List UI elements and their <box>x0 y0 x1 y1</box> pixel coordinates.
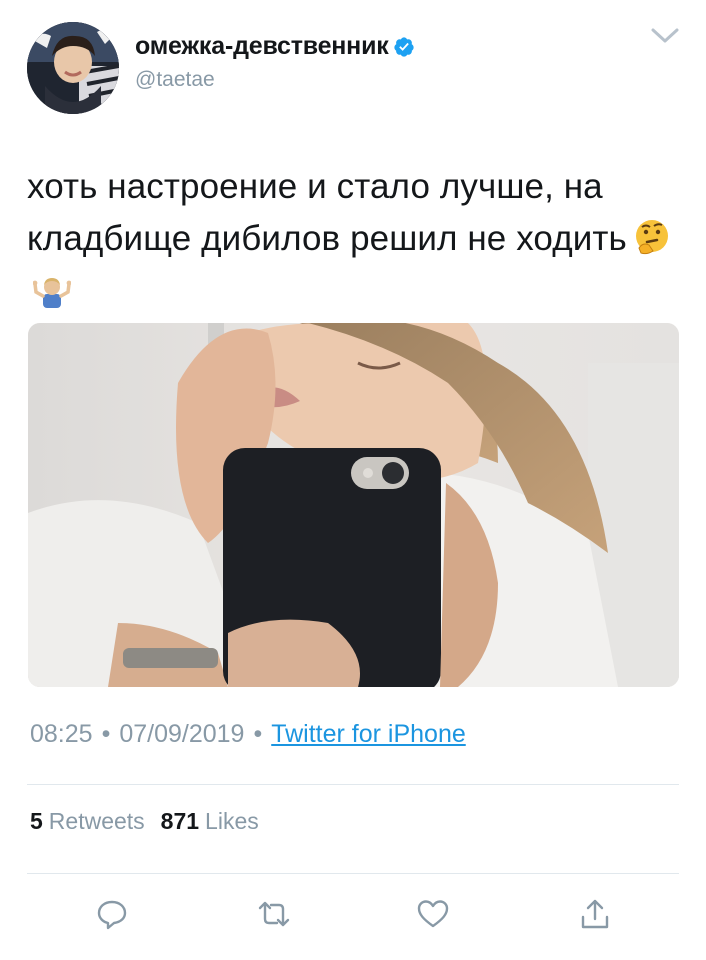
reply-icon[interactable] <box>95 897 129 931</box>
likes-count: 871 <box>160 808 200 834</box>
meta-separator: • <box>253 720 263 748</box>
likes-stat[interactable]: 871 Likes <box>161 808 259 834</box>
divider <box>27 784 679 785</box>
tweet-text-content: хоть настроение и стало лучше, на кладби… <box>27 167 627 258</box>
display-name[interactable]: омежка-девственник <box>135 32 389 61</box>
tweet-source-link[interactable]: Twitter for iPhone <box>271 720 466 748</box>
likes-label: Likes <box>205 808 259 834</box>
person-shrugging-emoji <box>33 278 71 308</box>
tweet-time[interactable]: 08:25 <box>30 720 93 748</box>
tweet-meta: 08:25 • 07/09/2019 • Twitter for iPhone <box>30 720 466 749</box>
chevron-down-icon[interactable] <box>650 24 680 46</box>
divider <box>27 873 679 874</box>
tweet-text: хоть настроение и стало лучше, на кладби… <box>27 161 677 317</box>
tweet-stats: 5 Retweets 871 Likes <box>30 808 259 835</box>
meta-separator: • <box>101 720 111 748</box>
retweet-icon[interactable] <box>257 897 291 931</box>
share-icon[interactable] <box>578 897 612 931</box>
action-bar <box>0 897 706 933</box>
retweets-stat[interactable]: 5 Retweets <box>30 808 145 834</box>
retweets-count: 5 <box>30 808 43 834</box>
name-row: омежка-девственник <box>135 32 415 61</box>
user-handle[interactable]: @taetae <box>135 68 215 92</box>
heart-icon[interactable] <box>416 897 450 931</box>
tweet-header: омежка-девственник @taetae <box>27 22 682 114</box>
thinking-face-emoji <box>635 220 668 255</box>
avatar[interactable] <box>27 22 119 114</box>
retweets-label: Retweets <box>48 808 145 834</box>
tweet-date[interactable]: 07/09/2019 <box>119 720 244 748</box>
tweet-photo[interactable] <box>28 323 679 687</box>
verified-badge-icon <box>393 36 414 57</box>
